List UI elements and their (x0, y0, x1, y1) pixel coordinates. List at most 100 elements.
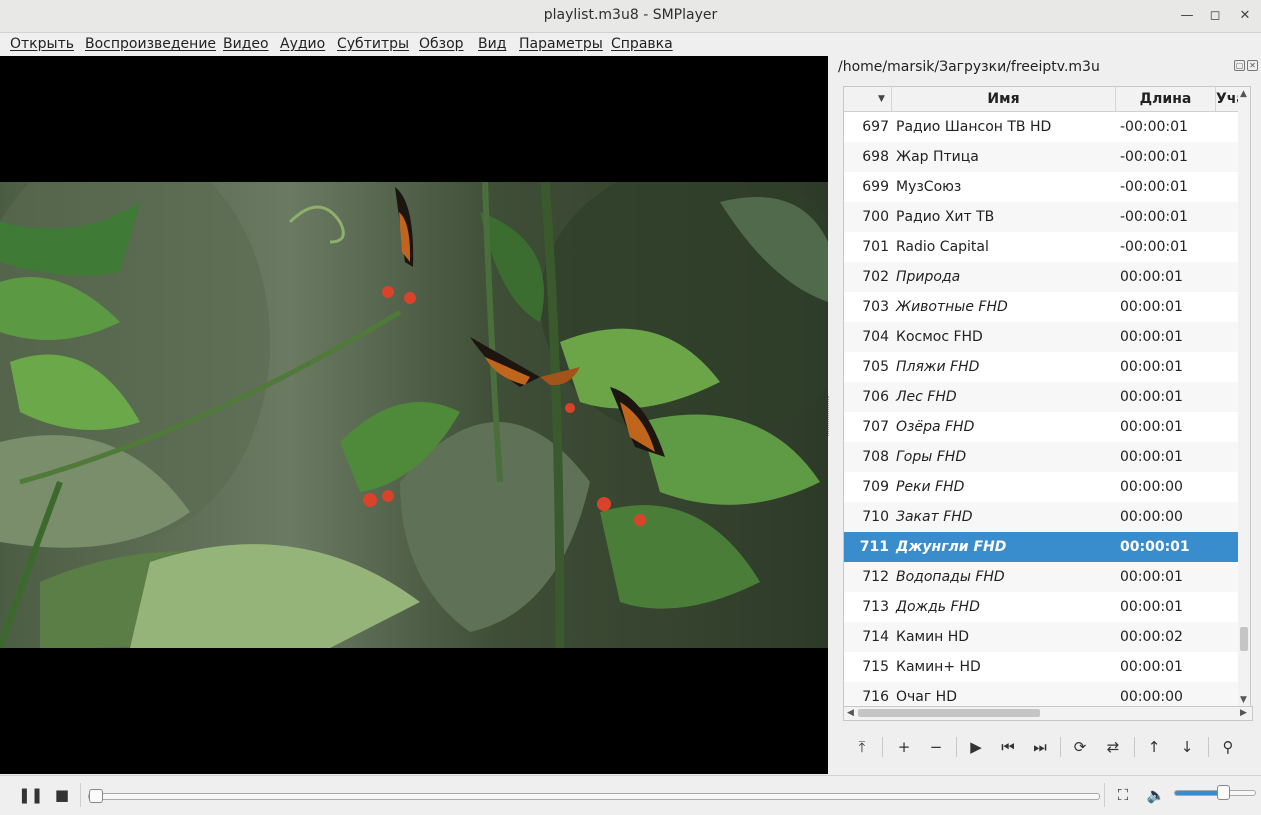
stop-icon[interactable]: ■ (51, 784, 73, 806)
fullscreen-icon[interactable]: ⛶ (1112, 784, 1134, 806)
table-row[interactable]: 703 Животные FHD 00:00:01 (844, 292, 1239, 322)
table-header: ▼ Имя Длина Уча (844, 87, 1239, 112)
row-number: 703 (862, 299, 889, 315)
row-length: 00:00:00 (1120, 509, 1183, 525)
table-row[interactable]: 707 Озёра FHD 00:00:01 (844, 412, 1239, 442)
search-icon[interactable]: ⚲ (1216, 736, 1240, 758)
seek-handle[interactable] (89, 789, 103, 803)
vertical-scrollbar[interactable]: ▲ ▼ (1238, 86, 1251, 710)
table-row[interactable]: 700 Радио Хит ТВ -00:00:01 (844, 202, 1239, 232)
table-row[interactable]: 712 Водопады FHD 00:00:01 (844, 562, 1239, 592)
table-row[interactable]: 709 Реки FHD 00:00:00 (844, 472, 1239, 502)
pause-icon[interactable]: ❚❚ (18, 784, 43, 806)
table-row[interactable]: 715 Камин+ HD 00:00:01 (844, 652, 1239, 682)
dock-close-icon[interactable]: ✕ (1247, 60, 1258, 71)
row-name: Жар Птица (896, 149, 979, 165)
table-row[interactable]: 699 МузСоюз -00:00:01 (844, 172, 1239, 202)
remove-icon[interactable]: − (924, 736, 948, 758)
add-icon[interactable]: + (892, 736, 916, 758)
table-row[interactable]: 702 Природа 00:00:01 (844, 262, 1239, 292)
row-length: -00:00:01 (1120, 149, 1188, 165)
row-number: 702 (862, 269, 889, 285)
seek-slider[interactable] (88, 789, 1100, 803)
row-name: Радио Шансон ТВ HD (896, 119, 1052, 135)
column-header-name[interactable]: Имя (892, 87, 1116, 111)
minimize-icon[interactable]: — (1178, 7, 1196, 25)
row-length: 00:00:01 (1120, 389, 1183, 405)
menu-audio[interactable]: Аудио (280, 36, 325, 52)
row-number: 698 (862, 149, 889, 165)
menu-view[interactable]: Вид (478, 36, 506, 52)
maximize-icon[interactable]: ◻ (1206, 7, 1224, 25)
row-name: Водопады FHD (896, 569, 1005, 585)
scroll-left-icon[interactable]: ◀ (847, 708, 854, 718)
row-name: Дождь FHD (896, 599, 980, 615)
scroll-up-icon[interactable]: ▲ (1240, 89, 1247, 99)
table-row[interactable]: 704 Космос FHD 00:00:01 (844, 322, 1239, 352)
horizontal-scroll-thumb[interactable] (858, 709, 1040, 717)
previous-icon[interactable]: ⏮ (996, 736, 1020, 758)
scroll-down-icon[interactable]: ▼ (1240, 695, 1247, 705)
menu-playback[interactable]: Воспроизведение (85, 36, 216, 52)
float-icon[interactable]: ▢ (1234, 60, 1245, 71)
menu-subtitles[interactable]: Субтитры (337, 36, 409, 52)
row-name: Космос FHD (896, 329, 983, 345)
menu-video[interactable]: Видео (223, 36, 269, 52)
video-area[interactable] (0, 56, 828, 774)
row-length: 00:00:01 (1120, 359, 1183, 375)
row-number: 708 (862, 449, 889, 465)
menu-options[interactable]: Параметры (519, 36, 603, 52)
row-name: Горы FHD (896, 449, 967, 465)
table-row[interactable]: 708 Горы FHD 00:00:01 (844, 442, 1239, 472)
control-separator (80, 783, 81, 807)
row-number: 706 (862, 389, 889, 405)
table-row[interactable]: 714 Камин HD 00:00:02 (844, 622, 1239, 652)
table-row-selected[interactable]: 711 Джунгли FHD 00:00:01 (844, 532, 1239, 562)
row-number: 710 (862, 509, 889, 525)
volume-icon[interactable]: 🔈 (1145, 784, 1167, 806)
toolbar-separator (1060, 737, 1061, 757)
row-name: Джунгли FHD (896, 539, 1007, 555)
horizontal-scrollbar[interactable]: ◀ ▶ (843, 706, 1253, 721)
row-length: 00:00:01 (1120, 449, 1183, 465)
move-up-icon[interactable]: ↑ (1142, 736, 1166, 758)
splitter-handle[interactable] (828, 396, 833, 436)
shuffle-icon[interactable]: ⇄ (1101, 736, 1125, 758)
play-icon[interactable]: ▶ (964, 736, 988, 758)
next-icon[interactable]: ⏭ (1028, 736, 1052, 758)
table-row[interactable]: 713 Дождь FHD 00:00:01 (844, 592, 1239, 622)
row-name: Лес FHD (896, 389, 957, 405)
column-header-extra[interactable]: Уча (1216, 87, 1239, 111)
row-length: -00:00:01 (1120, 119, 1188, 135)
row-length: -00:00:01 (1120, 179, 1188, 195)
close-icon[interactable]: ✕ (1236, 7, 1254, 25)
row-length: -00:00:01 (1120, 239, 1188, 255)
sort-arrow-icon: ▼ (878, 94, 885, 104)
row-number: 711 (859, 539, 889, 555)
column-header-length[interactable]: Длина (1116, 87, 1216, 111)
table-row[interactable]: 705 Пляжи FHD 00:00:01 (844, 352, 1239, 382)
row-length: 00:00:01 (1120, 599, 1183, 615)
row-name: Закат FHD (896, 509, 973, 525)
table-row[interactable]: 701 Radio Capital -00:00:01 (844, 232, 1239, 262)
sort-column-header[interactable]: ▼ (844, 87, 892, 111)
vertical-scroll-thumb[interactable] (1240, 627, 1248, 651)
row-length: 00:00:01 (1120, 659, 1183, 675)
control-bar: ❚❚ ■ ⛶ 🔈 (0, 775, 1261, 815)
load-save-icon[interactable]: ⤒ (850, 736, 874, 758)
repeat-icon[interactable]: ⟳ (1068, 736, 1092, 758)
menubar: Открыть Воспроизведение Видео Аудио Субт… (0, 33, 1261, 56)
table-row[interactable]: 710 Закат FHD 00:00:00 (844, 502, 1239, 532)
table-row[interactable]: 697 Радио Шансон ТВ HD -00:00:01 (844, 112, 1239, 142)
volume-handle[interactable] (1217, 785, 1230, 800)
table-row[interactable]: 706 Лес FHD 00:00:01 (844, 382, 1239, 412)
menu-open[interactable]: Открыть (10, 36, 74, 52)
row-name: Radio Capital (896, 239, 989, 255)
menu-help[interactable]: Справка (611, 36, 673, 52)
move-down-icon[interactable]: ↓ (1175, 736, 1199, 758)
row-length: 00:00:01 (1120, 419, 1183, 435)
table-row[interactable]: 698 Жар Птица -00:00:01 (844, 142, 1239, 172)
volume-slider[interactable] (1174, 785, 1256, 800)
scroll-right-icon[interactable]: ▶ (1240, 708, 1247, 718)
menu-browse[interactable]: Обзор (419, 36, 464, 52)
